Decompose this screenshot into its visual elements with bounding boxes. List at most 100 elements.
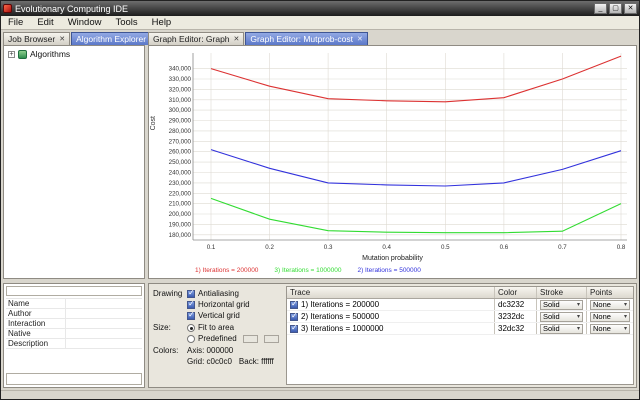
points-value: None [593, 324, 611, 333]
size-option-label: Fit to area [198, 323, 235, 332]
checkbox-icon[interactable]: ✓ [187, 298, 195, 309]
stroke-value: Solid [543, 300, 560, 309]
drawing-option-label: Horizontal grid [198, 300, 250, 309]
property-value[interactable] [66, 319, 142, 328]
dropdown-icon: ▾ [623, 302, 627, 308]
menu-item-edit[interactable]: Edit [30, 16, 60, 29]
points-select[interactable]: None ▾ [590, 312, 630, 322]
property-row: Description [6, 339, 142, 349]
trace-checkbox[interactable]: ✓ [290, 299, 298, 309]
predefined-width-field[interactable] [242, 334, 258, 343]
trace-checkbox[interactable]: ✓ [290, 311, 298, 321]
check-icon: ✓ [188, 309, 195, 319]
properties-filter-field[interactable] [6, 286, 142, 296]
points-select[interactable]: None ▾ [590, 300, 630, 310]
chart-legend: 1) Iterations = 200000 3) Iterations = 10… [195, 267, 421, 274]
predefined-height-field[interactable] [263, 334, 279, 343]
checkbox-icon[interactable]: ✓ [187, 288, 195, 298]
svg-text:230,000: 230,000 [169, 180, 192, 187]
svg-text:0.8: 0.8 [617, 244, 626, 251]
x-axis-title: Mutation probability [362, 255, 423, 262]
trace-checkbox[interactable]: ✓ [290, 323, 298, 333]
app-icon [3, 4, 12, 13]
stroke-select[interactable]: Solid ▾ [540, 300, 583, 310]
trace-column-header: Color [495, 287, 537, 298]
points-value: None [593, 312, 611, 321]
expand-icon[interactable]: + [8, 50, 15, 58]
property-name: Interaction [6, 319, 66, 328]
titlebar[interactable]: Evolutionary Computing IDE _ ▢ ✕ [1, 1, 639, 16]
svg-text:220,000: 220,000 [169, 190, 192, 197]
menu-item-file[interactable]: File [1, 16, 30, 29]
check-icon: ✓ [188, 298, 195, 308]
checkbox-icon[interactable]: ✓ [187, 309, 195, 320]
tree-node-label: Algorithms [30, 49, 71, 59]
trace-label: 2) Iterations = 500000 [301, 312, 380, 321]
stroke-select[interactable]: Solid ▾ [540, 312, 583, 322]
close-icon[interactable]: ✕ [59, 36, 65, 43]
property-value[interactable] [66, 299, 142, 308]
stroke-select[interactable]: Solid ▾ [540, 324, 583, 334]
line-chart[interactable]: 180,000 190,000 200,000 210,000 220,000 230,0… [157, 48, 633, 254]
trace-header: Trace Color Stroke Points [287, 287, 633, 299]
property-value[interactable] [66, 339, 142, 348]
maximize-button[interactable]: ▢ [609, 3, 622, 14]
left-tabbar: Job Browser ✕ Algorithm Explorer ✕ [3, 32, 161, 45]
svg-text:200,000: 200,000 [169, 211, 192, 218]
radio-icon[interactable] [187, 334, 195, 343]
menu-item-tools[interactable]: Tools [108, 16, 144, 29]
menu-item-window[interactable]: Window [61, 16, 109, 29]
property-value[interactable] [66, 329, 142, 338]
dropdown-icon: ▾ [576, 314, 580, 320]
tab-graph-editor-graph[interactable]: Graph Editor: Graph ✕ [148, 32, 245, 45]
size-option-fit-to-area[interactable]: Fit to area [187, 323, 279, 332]
legend-item: 2) Iterations = 500000 [357, 267, 421, 274]
drawing-option-antialiasing[interactable]: ✓ Antialiasing [187, 288, 250, 298]
drawing-option-vertical-grid[interactable]: ✓ Vertical grid [187, 309, 250, 320]
colors-caption: Colors: [153, 346, 179, 355]
close-icon[interactable]: ✕ [234, 36, 240, 43]
points-select[interactable]: None ▾ [590, 324, 630, 334]
color-setting-axis: Axis: 000000 [187, 346, 234, 355]
right-tabbar: Graph Editor: Graph ✕ Graph Editor: Mutp… [148, 32, 637, 45]
tab-job-browser[interactable]: Job Browser ✕ [3, 32, 71, 45]
window-title: Evolutionary Computing IDE [15, 3, 129, 14]
legend-item: 1) Iterations = 200000 [195, 267, 259, 274]
drawing-option-horizontal-grid[interactable]: ✓ Horizontal grid [187, 298, 250, 309]
trace-color-value[interactable]: 3232dc [495, 311, 537, 322]
properties-panel: Name Author Interaction Native Description [3, 283, 145, 388]
trace-name-cell: ✓ 3) Iterations = 1000000 [287, 323, 495, 334]
drawing-option-label: Vertical grid [198, 311, 240, 320]
close-icon[interactable]: ✕ [357, 36, 363, 43]
property-row: Native [6, 329, 142, 339]
trace-points-cell: None ▾ [587, 323, 633, 334]
color-setting-back: Back: ffffff [238, 357, 274, 366]
trace-color-value[interactable]: 32dc32 [495, 323, 537, 334]
size-option-label: Predefined [198, 334, 237, 343]
dropdown-icon: ▾ [576, 326, 580, 332]
trace-color-value[interactable]: dc3232 [495, 299, 537, 310]
algorithms-node-icon [18, 49, 27, 59]
menu-item-help[interactable]: Help [145, 16, 179, 29]
drawing-caption: Drawing [153, 289, 183, 298]
trace-row: ✓ 2) Iterations = 500000 3232dc Solid ▾ None ▾ [287, 311, 633, 323]
radio-icon[interactable] [187, 323, 195, 332]
svg-text:280,000: 280,000 [169, 128, 192, 135]
property-name: Name [6, 299, 66, 308]
tab-graph-editor-mutprob-cost[interactable]: Graph Editor: Mutprob-cost ✕ [245, 32, 368, 45]
trace-label: 1) Iterations = 200000 [301, 300, 380, 309]
algorithm-tree-panel: + Algorithms [3, 45, 145, 279]
svg-text:0.2: 0.2 [265, 244, 274, 251]
size-option-predefined[interactable]: Predefined [187, 334, 279, 343]
svg-text:310,000: 310,000 [169, 97, 192, 104]
tree-item-algorithms[interactable]: + Algorithms [4, 46, 144, 59]
trace-table: Trace Color Stroke Points ✓ 1) Iterations = … [286, 286, 634, 385]
property-value[interactable] [66, 309, 142, 318]
statusbar [1, 390, 639, 399]
properties-footer-field[interactable] [6, 373, 142, 385]
dropdown-icon: ▾ [623, 326, 627, 332]
size-caption: Size: [153, 323, 171, 332]
svg-text:0.3: 0.3 [324, 244, 333, 251]
close-button[interactable]: ✕ [624, 3, 637, 14]
minimize-button[interactable]: _ [594, 3, 607, 14]
